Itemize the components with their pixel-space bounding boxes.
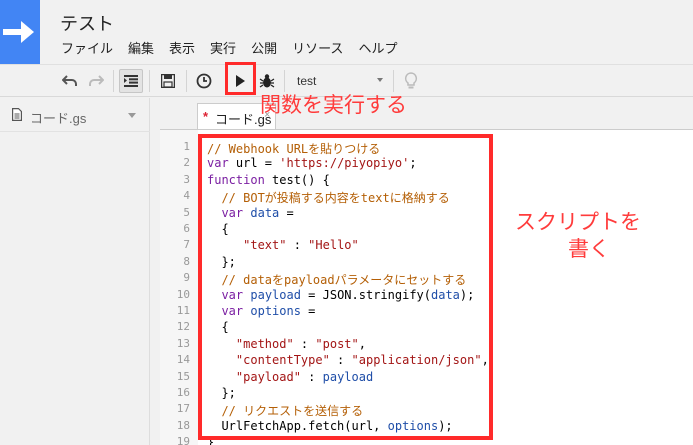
line-number: 5 — [183, 205, 190, 219]
toolbar-divider — [186, 70, 187, 92]
bug-icon — [259, 74, 275, 88]
line-number: 17 — [176, 402, 190, 416]
undo-button[interactable] — [58, 69, 82, 93]
function-select-value: test — [297, 74, 317, 88]
line-number: 1 — [183, 140, 190, 153]
redo-icon — [89, 75, 104, 86]
line-number: 16 — [176, 386, 190, 399]
undo-icon — [62, 75, 77, 86]
menu-view[interactable]: 表示 — [169, 38, 195, 57]
lightbulb-icon — [404, 72, 418, 89]
line-number: 14 — [176, 353, 190, 367]
line-number: 12 — [176, 320, 190, 334]
app-logo[interactable] — [0, 0, 40, 64]
line-number: 6 — [183, 222, 190, 235]
line-number: 13 — [176, 336, 190, 350]
run-button-highlight — [225, 62, 256, 95]
redo-button[interactable] — [84, 69, 108, 93]
file-sidebar: コード.gs — [0, 98, 150, 445]
toolbar-divider — [113, 70, 114, 92]
document-icon — [12, 108, 22, 121]
line-number: 8 — [183, 254, 190, 268]
save-icon — [161, 74, 175, 88]
line-number: 19 — [176, 435, 190, 445]
triggers-button[interactable] — [192, 69, 216, 93]
clock-icon — [196, 73, 212, 89]
line-number: 11 — [176, 304, 190, 317]
chevron-down-icon — [377, 78, 383, 82]
menu-run[interactable]: 実行 — [210, 38, 236, 57]
line-number: 10 — [176, 287, 190, 301]
line-number: 9 — [183, 271, 190, 285]
menu-file[interactable]: ファイル — [61, 38, 113, 57]
file-name: コード.gs — [30, 111, 87, 126]
modified-indicator: * — [203, 109, 209, 124]
line-number: 3 — [183, 172, 190, 186]
header: テスト ファイル 編集 表示 実行 公開 リソース ヘルプ — [0, 0, 693, 64]
line-number: 2 — [183, 156, 190, 170]
toolbar-divider — [149, 70, 150, 92]
menu-resources[interactable]: リソース — [292, 38, 343, 57]
indent-button[interactable] — [119, 69, 143, 93]
code-annotation-line1: スクリプトを — [515, 211, 641, 234]
line-number: 18 — [176, 418, 190, 432]
menu-publish[interactable]: 公開 — [251, 38, 277, 57]
menu-help[interactable]: ヘルプ — [358, 38, 397, 57]
file-item-code-gs[interactable]: コード.gs — [0, 98, 150, 132]
code-annotation-line2: 書く — [568, 238, 610, 261]
project-title[interactable]: テスト — [60, 10, 114, 36]
menu-bar: ファイル 編集 表示 実行 公開 リソース ヘルプ — [61, 38, 412, 57]
arrow-right-icon — [3, 21, 34, 43]
line-number: 4 — [183, 189, 190, 203]
line-number: 7 — [183, 238, 190, 252]
run-annotation: 関数を実行する — [260, 94, 407, 117]
menu-edit[interactable]: 編集 — [128, 38, 154, 57]
save-button[interactable] — [156, 69, 180, 93]
indent-icon — [124, 75, 138, 87]
code-highlight — [198, 134, 493, 440]
chevron-down-icon[interactable] — [128, 113, 136, 118]
line-number: 15 — [176, 369, 190, 383]
